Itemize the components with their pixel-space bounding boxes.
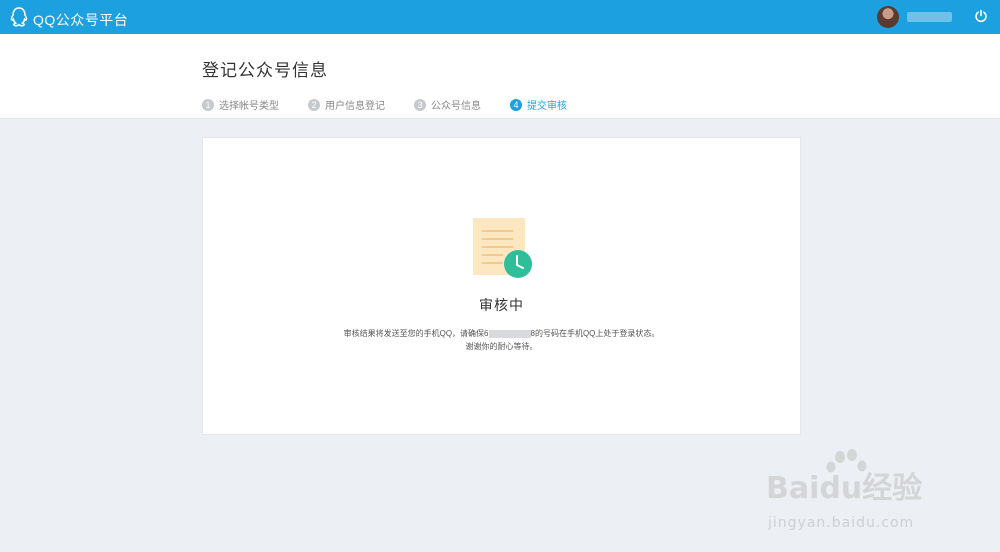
desc-line1-end: 8的号码在手机QQ上处于登录状态。 <box>530 329 660 338</box>
top-bar: QQ公众号平台 <box>0 0 1000 34</box>
step-label: 公众号信息 <box>431 101 481 112</box>
step-label: 选择帐号类型 <box>219 101 279 112</box>
step-number: 1 <box>202 98 214 111</box>
step-label: 用户信息登记 <box>325 101 385 112</box>
registration-header: 登记公众号信息 1 选择帐号类型 2 用户信息登记 3 公众号信息 4 提交审核 <box>0 34 1000 119</box>
watermark-main: Baidu经验 <box>766 471 922 506</box>
watermark-url: jingyan.baidu.com <box>767 515 914 531</box>
redacted-qq-number <box>488 329 531 338</box>
review-status-card: 审核中 审核结果将发送至您的手机QQ，请确保6 8的号码在手机QQ上处于登录状态。… <box>202 137 801 435</box>
step-indicator: 1 选择帐号类型 2 用户信息登记 3 公众号信息 4 提交审核 <box>202 97 596 112</box>
page-title: 登记公众号信息 <box>202 61 328 80</box>
baidu-watermark: Baidu经验 jingyan.baidu.com <box>766 445 952 540</box>
step-4-active: 4 提交审核 <box>510 97 567 112</box>
step-1: 1 选择帐号类型 <box>202 97 279 112</box>
step-2: 2 用户信息登记 <box>308 97 385 112</box>
status-title: 审核中 <box>479 297 524 313</box>
status-description: 审核结果将发送至您的手机QQ，请确保6 8的号码在手机QQ上处于登录状态。 谢谢你… <box>203 327 800 353</box>
user-avatar[interactable] <box>877 6 899 28</box>
brand[interactable]: QQ公众号平台 <box>9 6 128 33</box>
brand-title: QQ公众号平台 <box>33 11 129 28</box>
power-icon[interactable] <box>974 9 988 28</box>
step-number: 2 <box>308 98 320 111</box>
qq-penguin-icon <box>9 6 29 33</box>
document-clock-icon <box>471 218 533 285</box>
desc-line2: 谢谢你的耐心等待。 <box>465 342 538 351</box>
step-number: 3 <box>414 98 426 111</box>
step-label: 提交审核 <box>527 101 567 112</box>
desc-line1-start: 审核结果将发送至您的手机QQ，请确保6 <box>343 329 489 338</box>
step-number: 4 <box>510 98 522 111</box>
step-3: 3 公众号信息 <box>414 97 481 112</box>
username-redacted[interactable] <box>907 12 952 22</box>
